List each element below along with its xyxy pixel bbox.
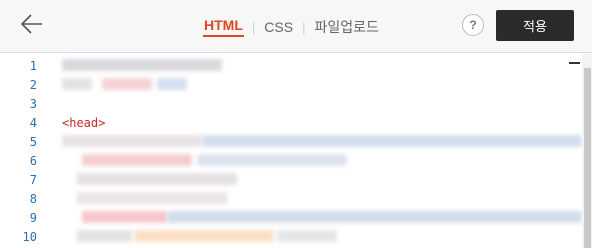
- blurred-code: [197, 154, 347, 166]
- scrollbar-thumb[interactable]: [584, 68, 591, 248]
- line-number: 6: [29, 154, 37, 168]
- blurred-code: [62, 135, 202, 147]
- tab-divider: |: [251, 19, 256, 35]
- help-button[interactable]: ?: [462, 14, 484, 36]
- line-number-gutter: 1 2 3 4 5 6 7 8 9 10: [0, 54, 48, 248]
- blurred-code: [77, 192, 227, 204]
- vertical-scrollbar[interactable]: [582, 54, 592, 248]
- blurred-code: [82, 154, 192, 166]
- line-number: 7: [29, 173, 37, 187]
- line-number: 4: [29, 116, 37, 130]
- line-number: 1: [29, 59, 37, 73]
- blurred-code: [77, 230, 132, 242]
- blurred-code: [62, 59, 222, 71]
- line-number: 5: [29, 135, 37, 149]
- line-number: 8: [29, 192, 37, 206]
- blurred-code: [62, 78, 92, 90]
- line-number: 10: [22, 230, 37, 244]
- scroll-marker: [569, 62, 580, 64]
- line-number: 3: [29, 97, 37, 111]
- code-editor[interactable]: 1 2 3 4 5 6 7 8 9 10 <head>: [0, 54, 592, 248]
- blurred-code: [134, 230, 274, 242]
- line-number: 2: [29, 78, 37, 92]
- tab-divider: |: [302, 19, 306, 35]
- editor-toolbar: HTML | CSS | 파일업로드 ? 적용: [0, 0, 592, 53]
- blurred-code: [202, 135, 582, 147]
- blurred-code: [82, 211, 167, 223]
- code-area[interactable]: <head>: [62, 54, 582, 248]
- tab-css[interactable]: CSS: [263, 19, 294, 35]
- blurred-code: [77, 173, 237, 185]
- apply-button[interactable]: 적용: [496, 10, 574, 41]
- blurred-code: [277, 230, 337, 242]
- code-line-head: <head>: [62, 116, 106, 130]
- blurred-code: [102, 78, 152, 90]
- back-button[interactable]: [18, 11, 44, 37]
- arrow-left-icon: [20, 14, 42, 34]
- tab-html[interactable]: HTML: [203, 17, 244, 37]
- blurred-code: [157, 78, 187, 90]
- tab-file-upload[interactable]: 파일업로드: [313, 17, 379, 37]
- blurred-code: [167, 211, 582, 223]
- line-number: 9: [29, 211, 37, 225]
- editor-tabs: HTML | CSS | 파일업로드: [203, 16, 380, 38]
